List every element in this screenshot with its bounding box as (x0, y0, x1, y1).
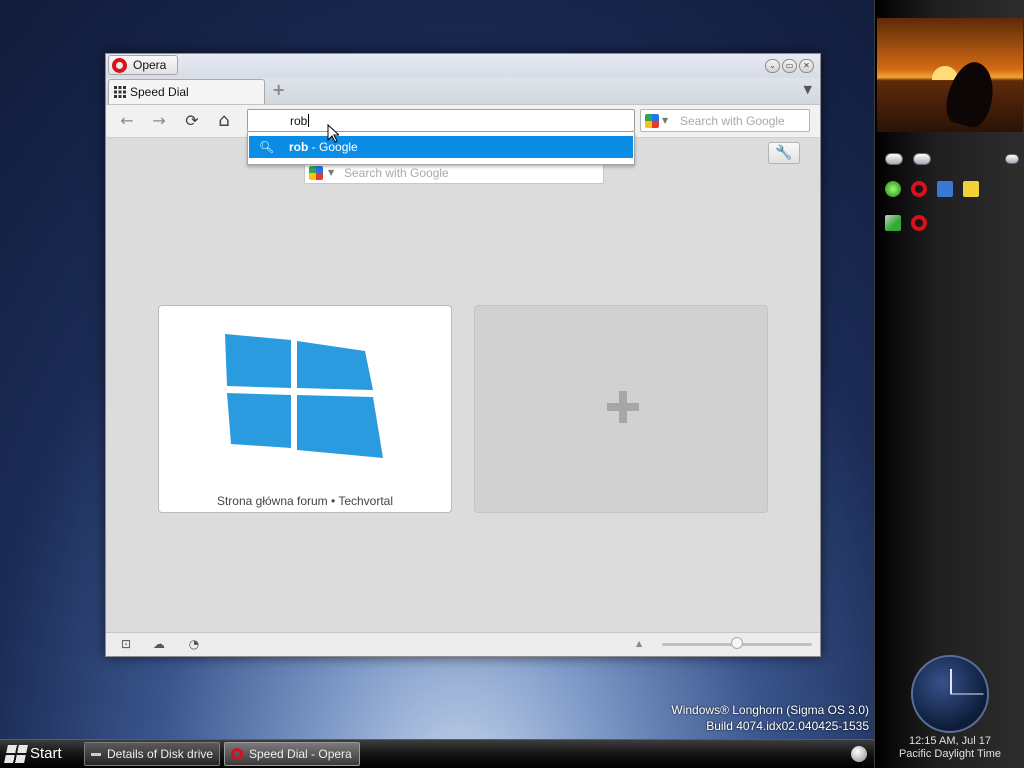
opera-menu-label: Opera (133, 58, 167, 72)
speed-dial-add-tile[interactable] (474, 305, 768, 513)
sidebar-chat-row (879, 144, 1019, 174)
tab-speed-dial[interactable]: Speed Dial (108, 79, 265, 104)
title-bar: Opera ⌄ ▭ ✕ (106, 54, 820, 78)
close-button[interactable]: ✕ (799, 59, 814, 73)
notes-icon[interactable] (963, 181, 979, 197)
start-button[interactable]: Start (0, 741, 78, 767)
tab-menu-chevron-icon[interactable]: ▼ (804, 83, 812, 96)
clock-time: 12:15 AM, Jul 17 (909, 735, 991, 747)
status-bar: ⊡ ☁ ◔ ▲ (106, 632, 820, 656)
add-plus-icon (607, 391, 639, 423)
sidebar-apps-row (879, 174, 1019, 204)
disk-drive-icon: ▬ (91, 748, 101, 759)
speed-dial-tile-1[interactable]: Strona główna forum • Techvortal (158, 305, 452, 513)
chat-bubble-icon[interactable] (1005, 154, 1019, 164)
opera-icon[interactable] (911, 215, 927, 231)
speed-dial-search-placeholder: Search with Google (344, 166, 449, 180)
taskbar-item-label: Details of Disk drive (107, 747, 214, 761)
toolbar-search-field[interactable]: ▼ Search with Google (640, 109, 810, 132)
taskbar: Start ▬ Details of Disk drive Speed Dial… (0, 739, 874, 768)
start-label: Start (30, 745, 62, 762)
chat-bubble-icon[interactable] (885, 153, 903, 165)
minimize-button[interactable]: ⌄ (765, 59, 780, 73)
speed-dial-grid-icon (114, 86, 126, 98)
address-field[interactable]: rob (247, 109, 635, 132)
panel-toggle-icon[interactable]: ⊡ (118, 637, 134, 651)
windows-logo-icon (225, 334, 383, 458)
sidebar-tray-row (879, 208, 1019, 238)
search-engine-dropdown-icon[interactable]: ▼ (328, 168, 334, 177)
opera-logo-icon (112, 57, 127, 73)
opera-unite-cloud-icon[interactable]: ☁ (151, 637, 167, 651)
windows-flag-icon (4, 745, 28, 763)
home-button[interactable]: ⌂ (213, 111, 235, 131)
clock-text: 12:15 AM, Jul 17 Pacific Daylight Time (875, 735, 1024, 761)
green-globe-icon[interactable] (885, 181, 901, 197)
new-tab-button[interactable]: + (272, 82, 288, 98)
network-check-icon[interactable] (885, 215, 901, 231)
taskbar-item-disk-drive[interactable]: ▬ Details of Disk drive (84, 742, 220, 766)
watermark-line-2: Build 4074.idx02.040425-1535 (706, 719, 869, 733)
tab-bar: Speed Dial + ▼ (106, 78, 820, 104)
zoom-menu-arrow-icon[interactable]: ▲ (636, 639, 642, 648)
google-icon[interactable] (309, 166, 323, 180)
suggestion-query: rob (289, 140, 309, 154)
opera-icon[interactable] (911, 181, 927, 197)
mouse-cursor-icon (327, 124, 339, 143)
back-button[interactable]: ← (116, 111, 138, 131)
desktop-sidebar: 12:15 AM, Jul 17 Pacific Daylight Time (874, 0, 1024, 768)
text-caret (308, 114, 310, 127)
window-controls: ⌄ ▭ ✕ (765, 59, 814, 73)
opera-icon (231, 748, 243, 760)
search-engine-dropdown-icon[interactable]: ▼ (662, 116, 668, 125)
clock-zone: Pacific Daylight Time (898, 748, 1002, 760)
turbo-speedometer-icon[interactable]: ◔ (186, 637, 202, 651)
tray-orb-icon[interactable] (851, 746, 867, 762)
reload-button[interactable]: ⟳ (181, 111, 203, 131)
clock-minute-hand (950, 693, 984, 695)
forward-button[interactable]: → (148, 111, 170, 131)
address-input-text[interactable]: rob (290, 114, 310, 128)
suggestion-google-search[interactable]: 🔍︎ rob - Google (249, 136, 633, 158)
monitor-icon[interactable] (937, 181, 953, 197)
speed-dial-page: 🔧 ▼ Search with Google Strona główna for… (106, 138, 820, 632)
speed-dial-tile-1-title: Strona główna forum • Techvortal (216, 494, 394, 508)
tab-label: Speed Dial (130, 85, 189, 99)
zoom-slider-thumb[interactable] (731, 637, 743, 649)
google-icon[interactable] (645, 114, 659, 128)
analog-clock-gadget[interactable] (911, 655, 989, 733)
clock-hour-hand (950, 669, 952, 694)
search-icon: 🔍︎ (259, 140, 275, 154)
address-suggestions: 🔍︎ rob - Google (247, 132, 635, 165)
maximize-button[interactable]: ▭ (782, 59, 797, 73)
slideshow-gadget[interactable] (877, 18, 1023, 132)
opera-menu-button[interactable]: Opera (108, 55, 178, 75)
taskbar-item-opera[interactable]: Speed Dial - Opera (224, 742, 360, 766)
wrench-settings-icon[interactable]: 🔧 (768, 142, 800, 164)
search-placeholder: Search with Google (680, 114, 785, 128)
desktop-watermark: Windows® Longhorn (Sigma OS 3.0) Build 4… (671, 702, 869, 734)
taskbar-item-label: Speed Dial - Opera (249, 747, 352, 761)
opera-window: Opera ⌄ ▭ ✕ Speed Dial + ▼ ← → ⟳ ⌂ rob ▼… (105, 53, 821, 657)
speed-dial-search-field[interactable]: ▼ Search with Google (304, 162, 604, 184)
chat-bubble-icon[interactable] (913, 153, 931, 165)
watermark-line-1: Windows® Longhorn (Sigma OS 3.0) (671, 703, 869, 717)
